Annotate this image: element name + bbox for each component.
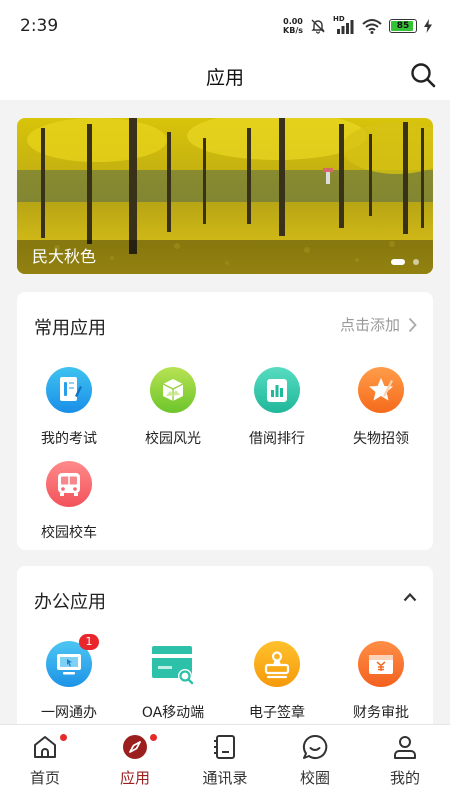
mute-icon bbox=[311, 19, 325, 34]
app-label: 校园风光 bbox=[145, 431, 201, 447]
carousel-dot-active[interactable] bbox=[391, 259, 405, 265]
tab-label: 通讯录 bbox=[202, 769, 248, 787]
notification-badge: 1 bbox=[79, 634, 99, 650]
page-title: 应用 bbox=[205, 66, 244, 89]
tab-circle[interactable]: 校圈 bbox=[270, 733, 360, 793]
battery-icon: 85 bbox=[389, 19, 417, 33]
charging-icon bbox=[424, 19, 432, 33]
app-item-campus-scenery[interactable]: 校园风光 bbox=[121, 366, 225, 458]
network-speed-value: 0.00 bbox=[283, 17, 303, 26]
wifi-icon bbox=[362, 19, 382, 34]
app-item-borrow-ranking[interactable]: 借阅排行 bbox=[225, 366, 329, 458]
tab-label: 校圈 bbox=[299, 769, 330, 787]
app-item-one-stop[interactable]: 1 一网通办 bbox=[17, 634, 121, 724]
signal-icon: HD bbox=[333, 15, 355, 34]
tab-mine[interactable]: 我的 bbox=[360, 733, 450, 793]
e-seal-icon bbox=[254, 641, 300, 687]
search-icon[interactable] bbox=[410, 62, 436, 88]
network-speed: 0.00 KB/s bbox=[283, 17, 303, 35]
status-time: 2:39 bbox=[20, 16, 59, 36]
home-icon bbox=[34, 736, 56, 758]
office-apps-title: 办公应用 bbox=[34, 592, 106, 613]
app-label: 失物招领 bbox=[353, 431, 409, 447]
tab-label: 首页 bbox=[29, 769, 60, 787]
app-header: 应用 bbox=[0, 52, 450, 100]
status-icons: 0.00 KB/s HD 85 bbox=[283, 15, 432, 35]
exam-icon bbox=[46, 367, 92, 413]
app-item-school-bus[interactable]: 校园校车 bbox=[17, 460, 121, 552]
add-app-link[interactable]: 点击添加 bbox=[340, 314, 417, 335]
notification-dot bbox=[60, 734, 67, 741]
chevron-up-icon[interactable] bbox=[403, 592, 417, 602]
common-apps-title: 常用应用 bbox=[34, 318, 106, 339]
tab-label: 我的 bbox=[389, 769, 420, 787]
status-bar: 2:39 0.00 KB/s HD 85 bbox=[0, 0, 450, 52]
notification-dot bbox=[150, 734, 157, 741]
compass-icon bbox=[123, 735, 147, 759]
user-icon bbox=[394, 736, 416, 759]
chat-icon bbox=[302, 734, 328, 759]
add-app-label: 点击添加 bbox=[339, 316, 400, 334]
chevron-right-icon bbox=[408, 317, 417, 332]
finance-approval-icon bbox=[358, 641, 404, 687]
tab-label: 应用 bbox=[119, 769, 150, 787]
tab-home[interactable]: 首页 bbox=[0, 733, 90, 793]
app-item-my-exam[interactable]: 我的考试 bbox=[17, 366, 121, 458]
network-speed-unit: KB/s bbox=[283, 26, 303, 35]
banner-caption: 民大秋色 bbox=[32, 247, 97, 266]
contacts-icon bbox=[214, 735, 235, 759]
banner-carousel[interactable]: 民大秋色 bbox=[17, 118, 433, 274]
campus-scenery-icon bbox=[150, 367, 196, 413]
app-label: 一网通办 bbox=[41, 705, 97, 721]
app-label: 校园校车 bbox=[41, 525, 97, 541]
app-item-oa-mobile[interactable]: OA移动端 bbox=[121, 640, 225, 724]
battery-level: 85 bbox=[396, 21, 410, 31]
school-bus-icon bbox=[46, 461, 92, 507]
app-item-e-seal[interactable]: 电子签章 bbox=[225, 640, 329, 724]
carousel-dot[interactable] bbox=[413, 259, 419, 265]
app-item-finance-approval[interactable]: 财务审批 bbox=[329, 640, 433, 724]
oa-mobile-icon bbox=[152, 646, 194, 685]
app-label: 财务审批 bbox=[353, 705, 409, 721]
app-label: 我的考试 bbox=[41, 431, 97, 447]
app-item-lost-found[interactable]: 失物招领 bbox=[329, 366, 433, 458]
app-label: OA移动端 bbox=[141, 705, 205, 721]
tab-apps[interactable]: 应用 bbox=[90, 733, 180, 793]
common-apps-card: 常用应用 点击添加 我的考试 校园风光 借阅排行 失物招领 校园校车 bbox=[17, 292, 433, 550]
lost-and-found-icon bbox=[358, 367, 404, 413]
app-label: 电子签章 bbox=[249, 705, 305, 721]
tab-contacts[interactable]: 通讯录 bbox=[180, 733, 270, 793]
borrow-ranking-icon bbox=[254, 367, 300, 413]
main-content[interactable]: 民大秋色 常用应用 点击添加 我的考试 校园风光 借阅排行 失物招领 校园校车 … bbox=[0, 100, 450, 724]
bottom-tab-bar: 首页 应用 通讯录 校圈 我的 bbox=[0, 724, 450, 800]
app-label: 借阅排行 bbox=[249, 431, 305, 447]
office-apps-card: 办公应用 1 一网通办 OA移动端 电子签章 财务审批 bbox=[17, 566, 433, 724]
